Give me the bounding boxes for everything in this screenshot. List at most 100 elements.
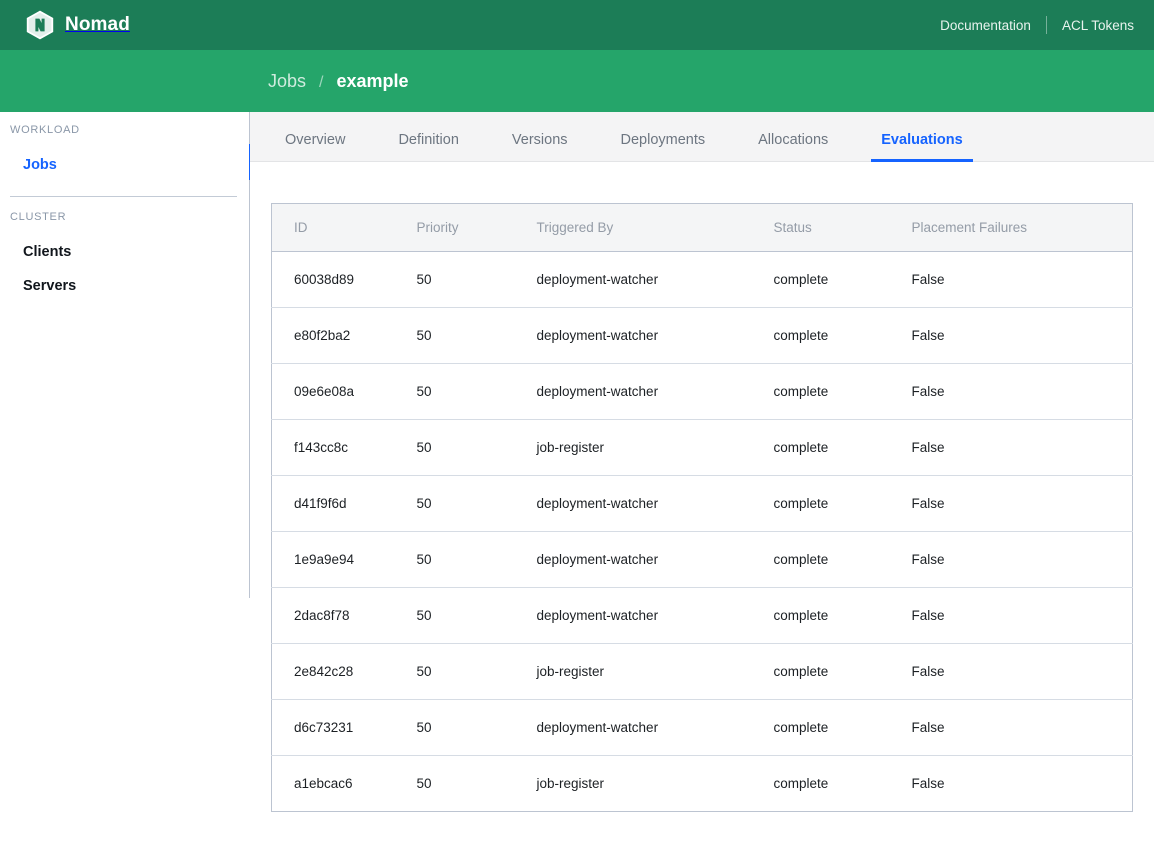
brand-name: Nomad (65, 14, 130, 35)
tab-versions[interactable]: Versions (502, 132, 578, 161)
column-header-placement-failures: Placement Failures (911, 203, 1133, 252)
cell-priority: 50 (416, 475, 537, 532)
cell-status: complete (773, 587, 912, 644)
cell-evaluation-id: 1e9a9e94 (271, 531, 417, 588)
sidebar-section-cluster-title: CLUSTER (10, 211, 67, 223)
cell-status: complete (773, 699, 912, 756)
cell-placement-failures: False (911, 776, 945, 791)
top-header: Nomad Documentation ACL Tokens (0, 0, 1154, 50)
cell-evaluation-id: 2dac8f78 (271, 587, 417, 644)
table-header-row: ID Priority Triggered By Status Placemen… (271, 203, 1133, 252)
column-header-triggered-by: Triggered By (536, 203, 774, 252)
cell-triggered-by: job-register (536, 419, 774, 476)
cell-status: complete (773, 251, 912, 308)
column-header-status: Status (773, 203, 912, 252)
table-row[interactable]: 1e9a9e94 50 deployment-watcher complete Fals… (271, 531, 1133, 588)
table-row[interactable]: d41f9f6d 50 deployment-watcher complete Fals… (271, 475, 1133, 532)
sidebar-item-servers[interactable]: Servers (0, 269, 249, 303)
cell-priority: 50 (416, 587, 537, 644)
job-tab-bar: Overview Definition Versions Deployments… (250, 112, 1154, 162)
table-row[interactable]: a1ebcac6 50 job-register complete False (272, 756, 1133, 812)
sidebar-item-jobs-label: Jobs (23, 157, 57, 173)
cell-placement-failures: False (911, 531, 1133, 588)
cell-status: complete (773, 643, 912, 700)
sidebar-divider (10, 196, 237, 197)
cell-placement-failures: False (911, 643, 1133, 700)
evaluations-table: ID Priority Triggered By Status Placemen… (271, 203, 1133, 812)
cell-priority: 50 (416, 531, 537, 588)
cell-evaluation-id: e80f2ba2 (271, 307, 417, 364)
sidebar-item-clients-label: Clients (23, 244, 72, 260)
cell-priority: 50 (416, 251, 537, 308)
cell-triggered-by: job-register (536, 776, 605, 791)
tab-definition[interactable]: Definition (388, 132, 468, 161)
cell-placement-failures: False (911, 363, 1133, 420)
cell-priority: 50 (416, 643, 537, 700)
table-row[interactable]: d6c73231 50 deployment-watcher complete Fals… (271, 699, 1133, 756)
cell-triggered-by: deployment-watcher (536, 587, 774, 644)
table-row[interactable]: 2e842c28 50 job-register complete False (271, 643, 1133, 700)
cell-triggered-by: deployment-watcher (536, 251, 774, 308)
breadcrumb: Jobs / example (268, 71, 409, 92)
evaluations-table-head: ID Priority Triggered By Status Placemen… (271, 203, 1133, 252)
cell-status: complete (773, 363, 912, 420)
sub-header: Jobs / example (0, 50, 1154, 112)
top-nav-links: Documentation ACL Tokens (940, 0, 1134, 50)
acl-tokens-link[interactable]: ACL Tokens (1062, 18, 1134, 33)
cell-status: complete (773, 419, 912, 476)
cell-status: complete (773, 475, 912, 532)
cell-status: complete (773, 307, 912, 364)
cell-priority: 50 (416, 307, 537, 364)
documentation-link[interactable]: Documentation (940, 18, 1031, 33)
nav-divider (1045, 16, 1047, 34)
table-row[interactable]: e80f2ba2 50 deployment-watcher complete Fals… (271, 307, 1133, 364)
table-row[interactable]: 60038d89 50 deployment-watcher complete Fals… (271, 251, 1133, 308)
cell-placement-failures: False (911, 419, 1133, 476)
table-row[interactable]: f143cc8c 50 job-register complete False (271, 419, 1133, 476)
cell-triggered-by: deployment-watcher (536, 531, 774, 588)
cell-triggered-by: job-register (536, 643, 774, 700)
cell-evaluation-id: f143cc8c (271, 419, 417, 476)
table-row[interactable]: 2dac8f78 50 deployment-watcher complete Fals… (271, 587, 1133, 644)
cell-priority: 50 (416, 419, 537, 476)
cell-placement-failures: False (911, 475, 1133, 532)
tab-allocations[interactable]: Allocations (748, 132, 838, 161)
sidebar-item-clients[interactable]: Clients (0, 235, 249, 269)
sidebar: WORKLOAD Jobs CLUSTER Clients Servers (0, 112, 253, 598)
sidebar-section-workload-title: WORKLOAD (10, 124, 80, 136)
sidebar-item-jobs[interactable]: Jobs (0, 144, 253, 182)
cell-triggered-by: deployment-watcher (536, 363, 774, 420)
cell-priority: 50 (416, 776, 432, 791)
cell-evaluation-id: 09e6e08a (271, 363, 417, 420)
cell-evaluation-id: 2e842c28 (271, 643, 417, 700)
cell-evaluation-id: a1ebcac6 (294, 776, 353, 791)
tab-evaluations[interactable]: Evaluations (871, 132, 974, 162)
cell-status: complete (773, 531, 912, 588)
cell-triggered-by: deployment-watcher (536, 307, 774, 364)
brand-home-link[interactable]: Nomad (26, 10, 130, 40)
table-row[interactable]: 09e6e08a 50 deployment-watcher complete Fals… (271, 363, 1133, 420)
nomad-hexagon-logo-icon (26, 10, 54, 40)
cell-evaluation-id: d41f9f6d (271, 475, 417, 532)
cell-placement-failures: False (911, 699, 1133, 756)
tab-deployments[interactable]: Deployments (611, 132, 716, 161)
cell-placement-failures: False (911, 307, 1133, 364)
sidebar-item-servers-label: Servers (23, 278, 77, 294)
cell-evaluation-id: 60038d89 (271, 251, 417, 308)
evaluations-table-body: 60038d89 50 deployment-watcher complete Fals… (271, 251, 1133, 812)
main-content: ID Priority Triggered By Status Placemen… (250, 162, 1154, 849)
cell-triggered-by: deployment-watcher (536, 475, 774, 532)
cell-triggered-by: deployment-watcher (536, 699, 774, 756)
cell-evaluation-id: d6c73231 (271, 699, 417, 756)
breadcrumb-current-job: example (336, 70, 409, 91)
breadcrumb-jobs-link[interactable]: Jobs (268, 71, 306, 92)
column-header-id: ID (271, 203, 417, 252)
cell-placement-failures: False (911, 251, 1133, 308)
column-header-priority: Priority (416, 203, 537, 252)
cell-priority: 50 (416, 699, 537, 756)
cell-status: complete (773, 776, 829, 791)
breadcrumb-separator: / (319, 73, 324, 91)
cell-priority: 50 (416, 363, 537, 420)
cell-placement-failures: False (911, 587, 1133, 644)
tab-overview[interactable]: Overview (275, 132, 355, 161)
